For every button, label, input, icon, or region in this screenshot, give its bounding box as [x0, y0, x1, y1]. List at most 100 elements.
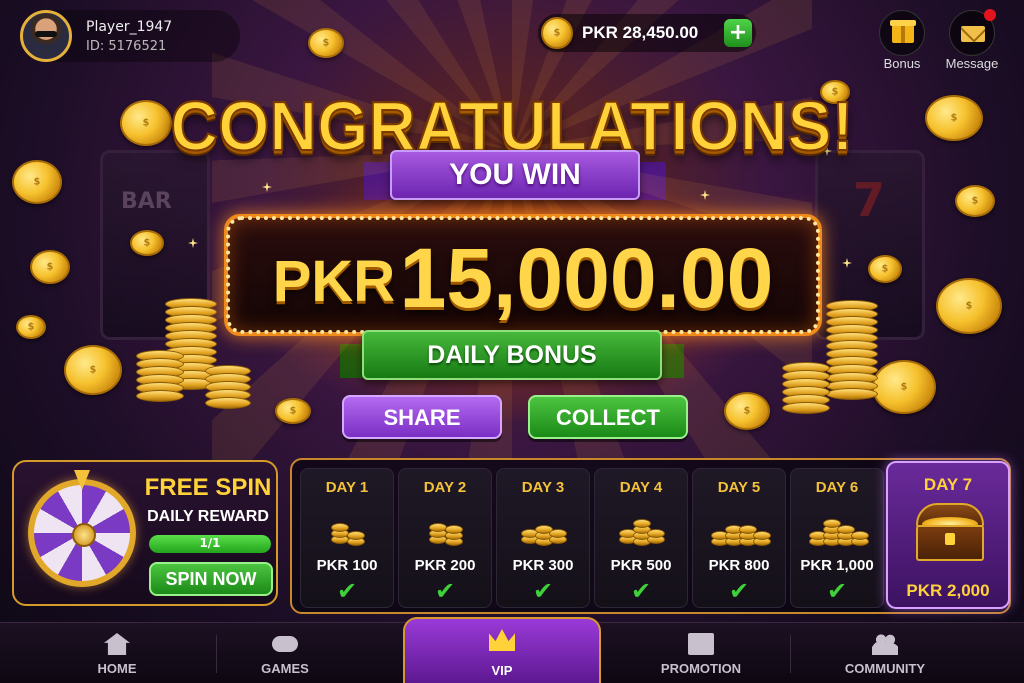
- checkmark-icon: ✔: [434, 577, 456, 605]
- coin-pile-icon: [325, 513, 373, 547]
- nav-vip-label: VIP: [491, 663, 513, 678]
- coin-icon: [30, 250, 70, 284]
- daily-bonus-text: DAILY BONUS: [427, 341, 597, 369]
- day-card-6[interactable]: DAY 6 PKR 1,000 ✔: [790, 468, 884, 608]
- coin-stack-left-3: [205, 365, 251, 415]
- day-card-2[interactable]: DAY 2 PKR 200 ✔: [398, 468, 492, 608]
- player-id: ID: 5176521: [86, 39, 167, 54]
- player-name: Player_1947: [86, 19, 173, 35]
- free-spin-title: FREE SPIN: [144, 474, 272, 501]
- day-card-3[interactable]: DAY 3 PKR 300 ✔: [496, 468, 590, 608]
- daily-bonus-banner: DAILY BONUS: [340, 330, 684, 380]
- bonus-label: Bonus: [883, 56, 921, 71]
- reel-symbol-seven: 7: [853, 173, 886, 227]
- coin-icon: [541, 17, 573, 49]
- spin-now-button[interactable]: SPIN NOW: [149, 562, 273, 596]
- coin-stack-left-2: [136, 350, 184, 410]
- coin-icon: [308, 28, 344, 58]
- coin-stack-right-2: [782, 362, 830, 414]
- prize-value: 15,000.00: [399, 231, 774, 325]
- coin-icon: [868, 255, 902, 283]
- nav-promotion[interactable]: PROMOTION: [602, 623, 800, 683]
- coin-icon: [724, 392, 770, 430]
- daily-reward-subtitle: DAILY REWARD: [147, 508, 269, 525]
- coin-pile-icon: [423, 513, 471, 547]
- gift-icon: [890, 20, 916, 43]
- coin-icon: [936, 278, 1002, 334]
- message-circle[interactable]: [949, 9, 996, 56]
- message-label: Message: [945, 56, 999, 71]
- balance-display: PKR 28,450.00 +: [538, 14, 756, 52]
- coin-pile-icon: [711, 513, 771, 547]
- you-win-text: YOU WIN: [449, 158, 581, 191]
- nav-promotion-label: PROMOTION: [660, 661, 742, 676]
- treasure-chest-icon: [912, 503, 988, 563]
- day-label: DAY 4: [619, 479, 663, 496]
- avatar[interactable]: [20, 10, 72, 62]
- coin-icon: [130, 230, 164, 256]
- day-amount: PKR 500: [610, 557, 672, 574]
- collect-button[interactable]: COLLECT: [528, 395, 688, 439]
- coin-icon: [64, 345, 122, 395]
- checkmark-icon: ✔: [826, 577, 848, 605]
- day-label: DAY 5: [717, 479, 761, 496]
- day-label: DAY 2: [423, 479, 467, 496]
- coin-pile-icon: [521, 513, 569, 547]
- checkmark-icon: ✔: [630, 577, 652, 605]
- home-icon: [104, 633, 130, 655]
- nav-vip[interactable]: VIP: [403, 617, 601, 683]
- crown-icon: [489, 629, 515, 651]
- coin-icon: [275, 398, 311, 424]
- coin-icon: [16, 315, 46, 339]
- prize-marquee: PKR 15,000.00: [224, 214, 822, 336]
- community-icon: [872, 633, 898, 655]
- day-amount: PKR 300: [512, 557, 574, 574]
- day-card-7[interactable]: DAY 7 PKR 2,000: [886, 461, 1010, 609]
- coin-icon: [955, 185, 995, 217]
- day-label: DAY 7: [923, 475, 973, 494]
- notification-dot: [984, 9, 996, 21]
- you-win-ribbon: YOU WIN: [364, 150, 666, 200]
- coin-pile-icon: [619, 513, 667, 547]
- prize-currency: PKR: [272, 249, 396, 314]
- gamepad-icon: [272, 636, 298, 652]
- envelope-icon: [961, 26, 985, 42]
- spin-wheel-icon[interactable]: [28, 479, 136, 587]
- checkmark-icon: ✔: [728, 577, 750, 605]
- checkmark-icon: ✔: [336, 577, 358, 605]
- day-amount: PKR 1,000: [800, 557, 874, 574]
- share-button[interactable]: SHARE: [342, 395, 502, 439]
- player-profile[interactable]: Player_1947 ID: 5176521: [20, 10, 240, 62]
- day-amount: PKR 2,000: [906, 581, 990, 600]
- day-amount: PKR 800: [708, 557, 770, 574]
- bonus-button[interactable]: Bonus: [872, 10, 932, 71]
- spin-progress-count: 1/1: [199, 536, 221, 550]
- add-funds-button[interactable]: +: [724, 19, 752, 47]
- nav-community-label: COMMUNITY: [844, 661, 926, 676]
- bottom-navigation: HOME GAMES VIP PROMOTION COMMUNITY: [0, 617, 1024, 683]
- checkmark-icon: ✔: [532, 577, 554, 605]
- prize-amount: PKR 15,000.00: [228, 236, 818, 320]
- coin-icon: [12, 160, 62, 204]
- coin-pile-icon: [809, 513, 869, 547]
- day-amount: PKR 200: [414, 557, 476, 574]
- spin-progress-bar: 1/1: [149, 535, 271, 553]
- day-card-4[interactable]: DAY 4 PKR 500 ✔: [594, 468, 688, 608]
- bonus-circle[interactable]: [879, 10, 925, 56]
- day-label: DAY 6: [815, 479, 859, 496]
- reel-symbol-bar: BAR: [121, 189, 172, 214]
- gift-icon: [688, 633, 714, 655]
- nav-community[interactable]: COMMUNITY: [786, 623, 984, 683]
- free-spin-panel: FREE SPIN DAILY REWARD 1/1 SPIN NOW: [12, 460, 278, 606]
- day-amount: PKR 100: [316, 557, 378, 574]
- day-label: DAY 1: [325, 479, 369, 496]
- nav-games-label: GAMES: [261, 661, 309, 676]
- balance-value: PKR 28,450.00: [582, 23, 699, 42]
- coin-icon: [872, 360, 936, 414]
- message-button[interactable]: Message: [942, 9, 1002, 71]
- day-card-1[interactable]: DAY 1 PKR 100 ✔: [300, 468, 394, 608]
- nav-games[interactable]: GAMES: [186, 623, 384, 683]
- day-card-5[interactable]: DAY 5 PKR 800 ✔: [692, 468, 786, 608]
- day-label: DAY 3: [521, 479, 565, 496]
- coin-stack-right: [826, 300, 878, 410]
